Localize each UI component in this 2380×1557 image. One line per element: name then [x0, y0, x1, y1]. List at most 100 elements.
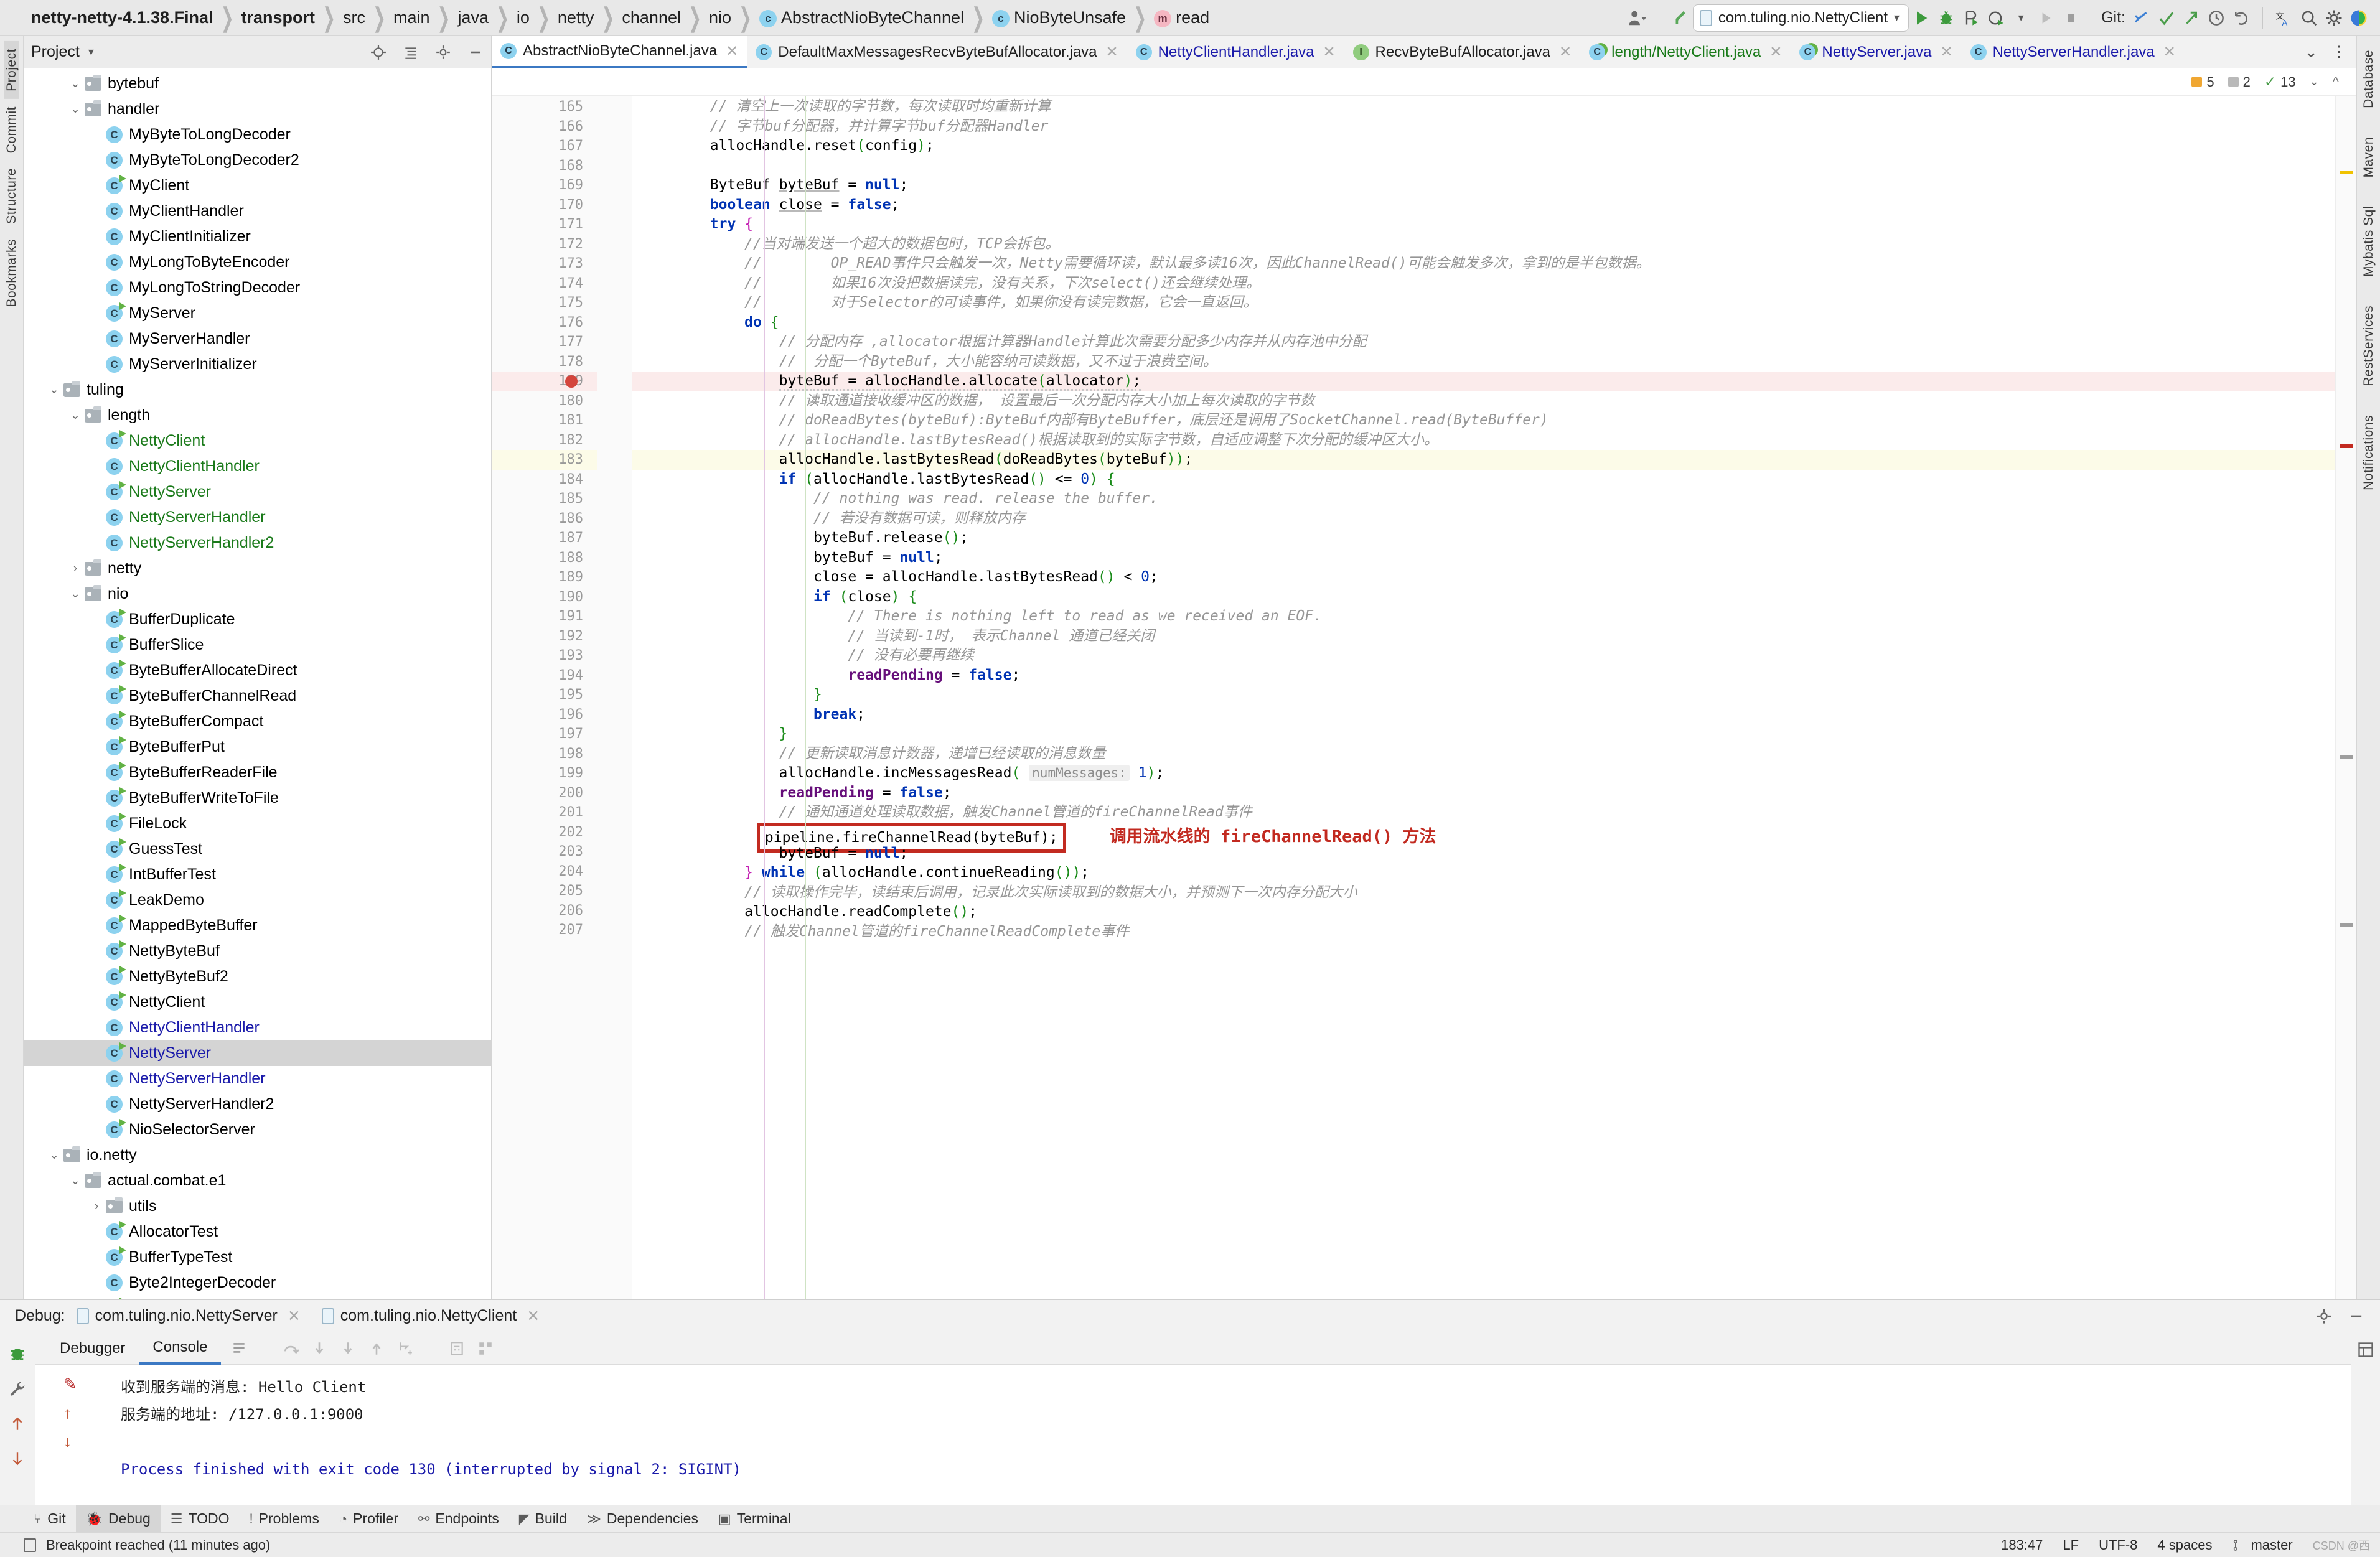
tool-window-button-problems[interactable]: !Problems: [240, 1505, 329, 1533]
settings-icon[interactable]: [477, 1340, 494, 1357]
debug-session-tab[interactable]: com.tuling.nio.NettyClient✕: [322, 1307, 540, 1326]
breadcrumb-item[interactable]: io: [510, 8, 536, 27]
tool-tab-mybatis-sql[interactable]: Mybatis Sql: [2361, 200, 2376, 283]
error-count-badge[interactable]: 5: [2191, 74, 2214, 90]
line-number[interactable]: 187: [492, 528, 597, 548]
tree-node[interactable]: CNettyByteBuf2: [24, 964, 491, 989]
tool-tab-database[interactable]: Database: [2361, 44, 2376, 115]
editor-tab[interactable]: CNettyServerHandler.java✕: [1962, 36, 2185, 68]
code-line[interactable]: break;: [641, 705, 2335, 725]
tool-window-button-terminal[interactable]: ▣Terminal: [708, 1505, 801, 1533]
close-icon[interactable]: ✕: [527, 1307, 540, 1326]
collapse-all-icon[interactable]: [403, 44, 419, 60]
line-number[interactable]: 199: [492, 764, 597, 783]
line-number[interactable]: 171−: [492, 215, 597, 235]
tool-tab-maven[interactable]: Maven: [2361, 131, 2376, 184]
code-line[interactable]: if (close) {: [641, 587, 2335, 607]
code-line[interactable]: close = allocHandle.lastBytesRead() < 0;: [641, 568, 2335, 587]
tool-tab-project[interactable]: Project: [4, 41, 19, 99]
chevron-right-icon[interactable]: ›: [66, 562, 85, 576]
line-number[interactable]: 180: [492, 391, 597, 411]
tree-node[interactable]: CAllocatorTest: [24, 1219, 491, 1245]
code-line[interactable]: [641, 156, 2335, 176]
chevron-down-icon[interactable]: ⌄: [2304, 42, 2318, 62]
warning-count-badge[interactable]: 2: [2228, 74, 2251, 90]
translate-icon[interactable]: 文A: [2272, 4, 2297, 32]
chevron-down-icon[interactable]: ⌄: [66, 1174, 85, 1188]
code-line[interactable]: boolean close = false;: [641, 195, 2335, 215]
code-line[interactable]: byteBuf = null;: [641, 548, 2335, 568]
hide-panel-icon[interactable]: [467, 44, 484, 60]
code-line[interactable]: if (allocHandle.lastBytesRead() <= 0) {: [641, 470, 2335, 490]
code-line[interactable]: try {: [641, 215, 2335, 235]
tree-node[interactable]: CNettyServerHandler: [24, 1066, 491, 1092]
code-line[interactable]: // 更新读取消息计数器，递增已经读取的消息数量: [641, 744, 2335, 764]
code-line[interactable]: // 当读到-1时， 表示Channel 通道已经关闭: [641, 627, 2335, 647]
editor-tab[interactable]: Clength/NettyClient.java✕: [1580, 36, 1791, 68]
stop-icon[interactable]: [2058, 4, 2083, 32]
code-line[interactable]: // allocHandle.lastBytesRead()根据读取到的实际字节…: [641, 431, 2335, 451]
run-icon[interactable]: [1909, 4, 1934, 32]
breadcrumb-item[interactable]: mread: [1148, 8, 1216, 27]
chevron-down-icon[interactable]: ⌄: [45, 383, 63, 397]
line-number[interactable]: 175: [492, 293, 597, 313]
code-line[interactable]: }: [641, 685, 2335, 705]
line-number[interactable]: 198: [492, 744, 597, 764]
tool-window-button-build[interactable]: ◤Build: [509, 1505, 577, 1533]
close-icon[interactable]: ✕: [1769, 43, 1782, 61]
line-number[interactable]: 194: [492, 666, 597, 686]
code-line[interactable]: byteBuf = null;: [641, 844, 2335, 864]
line-number[interactable]: 173: [492, 254, 597, 274]
run-configuration-selector[interactable]: com.tuling.nio.NettyClient ▾: [1693, 4, 1909, 32]
breadcrumb-item[interactable]: channel: [616, 8, 687, 27]
code-line[interactable]: // 若没有数据可读，则释放内存: [641, 509, 2335, 529]
weak-warning-count-badge[interactable]: ✓ 13: [2264, 73, 2296, 90]
code-line[interactable]: // 字节buf分配器，并计算字节buf分配器Handler: [641, 117, 2335, 137]
line-number[interactable]: 169: [492, 175, 597, 195]
line-number[interactable]: 178: [492, 352, 597, 372]
code-line[interactable]: allocHandle.readComplete();: [641, 902, 2335, 922]
editor-tab[interactable]: IRecvByteBufAllocator.java✕: [1344, 36, 1581, 68]
code-line[interactable]: // 清空上一次读取的字节数，每次读取时均重新计算: [641, 97, 2335, 117]
breadcrumb-item[interactable]: transport: [235, 8, 322, 27]
code-line[interactable]: // There is nothing left to read as we r…: [641, 607, 2335, 627]
tree-node[interactable]: CNioSelectorServer: [24, 1117, 491, 1143]
up-arrow-icon[interactable]: [9, 1414, 26, 1433]
chevron-right-icon[interactable]: ›: [87, 1200, 106, 1213]
tree-node[interactable]: ›utils: [24, 1194, 491, 1219]
tree-node[interactable]: CFileLock: [24, 811, 491, 836]
code-line[interactable]: } while (allocHandle.continueReading());: [641, 863, 2335, 883]
chevron-down-icon[interactable]: ⌄: [2310, 75, 2319, 88]
git-rollback-icon[interactable]: [2229, 4, 2254, 32]
breadcrumb-item[interactable]: netty: [551, 8, 601, 27]
step-over-icon[interactable]: [283, 1340, 299, 1357]
line-number[interactable]: 189: [492, 568, 597, 587]
code-line[interactable]: do {: [641, 313, 2335, 333]
git-commit-icon[interactable]: [2154, 4, 2179, 32]
line-number[interactable]: 174: [492, 274, 597, 294]
tree-node[interactable]: CNettyServerHandler2: [24, 1092, 491, 1117]
code-line[interactable]: byteBuf.release();: [641, 528, 2335, 548]
hide-panel-icon[interactable]: [2348, 1307, 2365, 1325]
code-line[interactable]: // doReadBytes(byteBuf):ByteBuf内部有ByteBu…: [641, 411, 2335, 431]
build-icon[interactable]: [1668, 4, 1693, 32]
code-line[interactable]: // 如果16次没把数据读完，没有关系，下次select()还会继续处理。: [641, 274, 2335, 294]
code-line[interactable]: ByteBuf byteBuf = null;: [641, 175, 2335, 195]
line-number[interactable]: 183: [492, 450, 597, 470]
tree-node[interactable]: CGuessTest: [24, 836, 491, 862]
line-number-gutter[interactable]: 165166−167168169170171−172−173174175176−…: [492, 96, 597, 1299]
debug-icon[interactable]: [1934, 4, 1959, 32]
tree-node[interactable]: CLeakDemo: [24, 887, 491, 913]
tool-tab-commit[interactable]: Commit: [4, 99, 19, 161]
code-line[interactable]: // 读取操作完毕，读结束后调用，记录此次实际读取到的数据大小，并预测下一次内存…: [641, 883, 2335, 903]
down-arrow-icon[interactable]: [9, 1449, 26, 1468]
line-number[interactable]: 206: [492, 901, 597, 921]
step-into-icon[interactable]: [311, 1340, 327, 1357]
chevron-down-icon[interactable]: ⌄: [66, 587, 85, 601]
code-line[interactable]: // 对于Selector的可读事件，如果你没有读完数据，它会一直返回。: [641, 293, 2335, 313]
line-number[interactable]: 170: [492, 195, 597, 215]
tool-window-button-dependencies[interactable]: ≫Dependencies: [577, 1505, 708, 1533]
line-number[interactable]: 192: [492, 627, 597, 647]
tree-node[interactable]: CBufferSlice: [24, 632, 491, 658]
line-number[interactable]: 203: [492, 842, 597, 862]
